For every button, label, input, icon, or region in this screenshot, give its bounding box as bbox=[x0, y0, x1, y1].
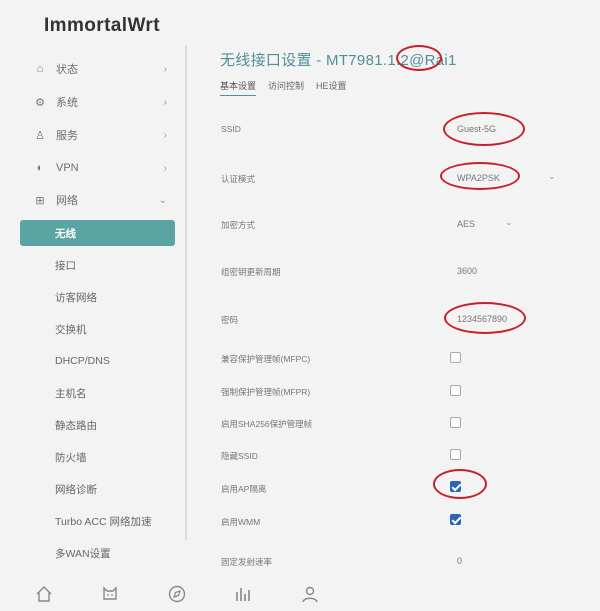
fixed-rate-value[interactable]: 0 bbox=[457, 556, 462, 566]
ap-isolation-label: 启用AP隔离 bbox=[221, 484, 267, 494]
wmm-label: 启用WMM bbox=[221, 517, 261, 527]
chevron-right-icon: › bbox=[163, 63, 167, 75]
sidebar-subitem-multiwan[interactable]: 多WAN设置 bbox=[20, 540, 175, 566]
sidebar-subitem-static-routes[interactable]: 静态路由 bbox=[20, 412, 175, 438]
mfpr-checkbox[interactable] bbox=[450, 385, 461, 396]
sidebar-item-label: 服务 bbox=[56, 130, 78, 142]
chevron-down-icon: ⌄ bbox=[548, 171, 556, 181]
wmm-checkbox[interactable] bbox=[450, 514, 461, 525]
network-icon: ⊞ bbox=[35, 194, 45, 207]
sidebar-subitem-interfaces[interactable]: 接口 bbox=[20, 252, 175, 278]
annotation-circle-auth bbox=[440, 162, 520, 190]
mfpc-checkbox[interactable] bbox=[450, 352, 461, 363]
sidebar-subitem-guest-network[interactable]: 访客网络 bbox=[20, 284, 175, 310]
sidebar-item-vpn[interactable]: ◐ VPN › bbox=[20, 155, 175, 181]
compass-icon[interactable] bbox=[167, 584, 187, 604]
sidebar-subitem-dhcp-dns[interactable]: DHCP/DNS bbox=[20, 348, 175, 374]
sidebar-subitem-hostnames[interactable]: 主机名 bbox=[20, 380, 175, 406]
sidebar-subitem-wireless[interactable]: 无线 bbox=[20, 220, 175, 246]
mfpc-label: 兼容保护管理帧(MFPC) bbox=[221, 354, 311, 364]
brand-logo: ImmortalWrt bbox=[44, 15, 160, 36]
rekey-label: 组密钥更新周期 bbox=[221, 267, 281, 277]
gear-icon: ⚙ bbox=[35, 96, 45, 109]
annotation-circle-ap-isolation bbox=[433, 469, 487, 499]
sidebar-item-services[interactable]: ♙ 服务 › bbox=[20, 122, 175, 148]
fixed-rate-label: 固定发射速率 bbox=[221, 557, 273, 567]
rekey-input[interactable]: 3600 bbox=[457, 266, 477, 276]
sidebar-item-label: VPN bbox=[56, 162, 79, 174]
home-icon: ⌂ bbox=[36, 63, 44, 75]
auth-mode-label: 认证模式 bbox=[221, 174, 256, 184]
sidebar-item-label: 状态 bbox=[56, 64, 78, 76]
tab-access-control[interactable]: 访问控制 bbox=[268, 79, 304, 96]
hide-ssid-label: 隐藏SSID bbox=[221, 451, 258, 461]
sidebar-item-label: 系统 bbox=[56, 97, 78, 109]
encryption-label: 加密方式 bbox=[221, 220, 256, 230]
globe-icon: ◐ bbox=[36, 162, 44, 174]
sha256-checkbox[interactable] bbox=[450, 417, 461, 428]
bottom-nav-bar bbox=[0, 578, 600, 611]
encryption-select[interactable]: AES bbox=[457, 219, 475, 229]
sidebar-subitem-turbo-acc[interactable]: Turbo ACC 网络加速 bbox=[20, 508, 175, 534]
sidebar-divider bbox=[185, 45, 187, 540]
sidebar-item-network[interactable]: ⊞ 网络 ⌄ bbox=[20, 187, 175, 213]
tab-basic[interactable]: 基本设置 bbox=[220, 79, 257, 96]
chevron-down-icon: ⌄ bbox=[158, 194, 167, 206]
home-icon[interactable] bbox=[34, 584, 54, 604]
user-icon: ♙ bbox=[35, 129, 45, 142]
chart-icon[interactable] bbox=[233, 584, 253, 604]
mfpr-label: 强制保护管理帧(MFPR) bbox=[221, 387, 311, 397]
sidebar-subitem-firewall[interactable]: 防火墙 bbox=[20, 444, 175, 470]
tab-bar: 基本设置 访问控制 HE设置 bbox=[220, 79, 359, 96]
cat-icon[interactable] bbox=[100, 584, 120, 604]
sidebar-subitem-diagnostics[interactable]: 网络诊断 bbox=[20, 476, 175, 502]
chevron-right-icon: › bbox=[163, 162, 167, 174]
profile-icon[interactable] bbox=[300, 584, 320, 604]
sha256-label: 启用SHA256保护管理帧 bbox=[221, 419, 313, 429]
hide-ssid-checkbox[interactable] bbox=[450, 449, 461, 460]
ssid-label: SSID bbox=[221, 124, 241, 134]
sidebar-item-label: 网络 bbox=[56, 195, 78, 207]
annotation-circle-password bbox=[444, 302, 526, 334]
annotation-circle-interface bbox=[396, 45, 442, 71]
password-label: 密码 bbox=[221, 315, 239, 325]
sidebar-item-system[interactable]: ⚙ 系统 › bbox=[20, 89, 175, 115]
sidebar-subitem-switch[interactable]: 交换机 bbox=[20, 316, 175, 342]
chevron-right-icon: › bbox=[163, 96, 167, 108]
tab-he[interactable]: HE设置 bbox=[316, 79, 347, 96]
sidebar-item-status[interactable]: ⌂ 状态 › bbox=[20, 56, 175, 82]
annotation-circle-ssid bbox=[443, 112, 525, 146]
chevron-down-icon: ⌄ bbox=[505, 217, 513, 227]
chevron-right-icon: › bbox=[163, 129, 167, 141]
